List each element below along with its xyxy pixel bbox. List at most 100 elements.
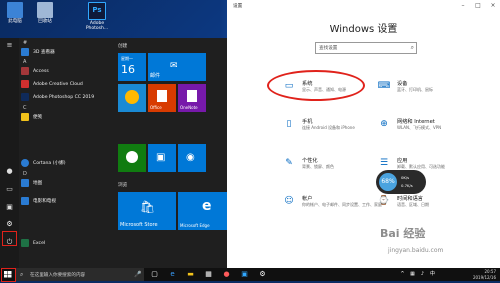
watermark-url: jingyan.baidu.com	[388, 247, 444, 254]
store-taskbar-icon[interactable]: ▦	[204, 270, 213, 279]
start-rail: ≡ ● ▭ ▣ ⚙ ⏻	[0, 38, 19, 268]
excel-icon	[21, 238, 29, 247]
tile-movies[interactable]: ▣	[148, 144, 176, 172]
section-letter[interactable]: C	[23, 105, 27, 111]
microphone-icon: 🎤	[134, 271, 142, 278]
app-photoshop[interactable]: Adobe Photoshop CC 2019	[21, 92, 111, 103]
globe-icon: ⊕	[380, 119, 388, 129]
settings-search-input[interactable]: 查找设置 ⌕	[315, 42, 417, 54]
time-language-icon: ⌚	[378, 196, 390, 206]
app-cortana[interactable]: Cortana (小娜)	[21, 158, 111, 169]
download-speed: 0.7K/s	[401, 183, 413, 188]
section-letter[interactable]: D	[23, 171, 27, 177]
upload-speed: 0K/s	[401, 175, 410, 180]
edge-icon: e	[202, 198, 212, 214]
film-icon: ▣	[156, 152, 166, 163]
file-explorer-icon[interactable]: ▬	[186, 270, 195, 279]
app-sticky-notes[interactable]: 便笺	[21, 112, 111, 123]
page-title: Windows 设置	[329, 24, 398, 35]
close-button[interactable]: ×	[486, 1, 500, 11]
network-speed-widget: 68% 0K/s 0.7K/s	[376, 170, 426, 194]
title-bar: 设置 – □ ×	[227, 0, 500, 12]
desktop-icon-recycle-bin[interactable]: 回收站	[32, 2, 58, 24]
app-adobe-cc[interactable]: Adobe Creative Cloud	[21, 79, 111, 90]
taskbar-search-box[interactable]: ⌕ 在这里输入你要搜索的内容 🎤	[16, 268, 144, 281]
computer-icon	[7, 2, 23, 18]
watermark-logo: Bai 经验	[380, 227, 426, 240]
recycle-bin-icon	[37, 2, 53, 18]
app-taskbar-icon[interactable]: ●	[222, 270, 231, 279]
taskbar-clock[interactable]: 20:57 2019/12/16	[473, 269, 496, 280]
desktop-icon-this-pc[interactable]: 此电脑	[2, 2, 28, 24]
settings-gear-icon[interactable]: ⚙	[4, 219, 15, 230]
office-icon	[157, 90, 167, 102]
power-icon[interactable]: ⏻	[4, 237, 15, 248]
document-icon[interactable]: ▭	[4, 184, 15, 195]
maximize-button[interactable]: □	[471, 1, 485, 11]
group-label-create: 创建	[118, 44, 128, 49]
person-icon: ☺	[284, 196, 294, 206]
cortana-icon	[21, 158, 29, 167]
onenote-icon	[187, 90, 197, 102]
highlight-ellipse-system	[267, 70, 365, 101]
window-title: 设置	[233, 4, 243, 9]
hamburger-menu-icon[interactable]: ≡	[4, 40, 15, 51]
app-3d-viewer[interactable]: 3D 查看器	[21, 47, 111, 58]
volume-icon[interactable]: ♪	[418, 270, 427, 279]
category-network[interactable]: ⊕ 网络和 Internet WLAN、飞行模式、VPN	[377, 118, 497, 140]
tile-store[interactable]: 🛍 Microsoft Store	[118, 192, 176, 230]
edge-taskbar-icon[interactable]: e	[168, 270, 177, 279]
input-method-icon[interactable]: 中	[428, 270, 437, 279]
photos-icon	[125, 90, 139, 104]
3d-viewer-icon	[21, 47, 29, 56]
minimize-button[interactable]: –	[456, 1, 470, 11]
sticky-notes-icon	[21, 112, 29, 121]
start-menu: ≡ ● ▭ ▣ ⚙ ⏻ # 3D 查看器 A Access Adobe Crea…	[0, 38, 236, 268]
usage-percent: 68%	[379, 173, 397, 191]
brush-icon: ✎	[285, 158, 293, 168]
photoshop-icon	[21, 92, 29, 101]
app-movies-tv[interactable]: 电影和电视	[21, 196, 111, 207]
movies-tv-icon	[21, 196, 29, 205]
section-letter[interactable]: #	[23, 40, 27, 46]
app-excel[interactable]: Excel	[21, 238, 111, 249]
tile-area: 创建 星期一 16 ✉ 邮件 Office OneNote ▣ ◉ 浏览 🛍 M…	[116, 38, 236, 268]
category-devices[interactable]: ⌨ 设备 蓝牙、打印机、鼠标	[377, 80, 497, 102]
app-access[interactable]: Access	[21, 66, 111, 77]
phone-icon: ▯	[286, 119, 292, 129]
taskbar: ⌕ 在这里输入你要搜索的内容 🎤 ▢ e ▬ ▦ ● ▣ ⚙ ^ ▦ ♪ 中 2…	[0, 268, 500, 282]
app-maps[interactable]: 地图	[21, 178, 111, 189]
tile-photos[interactable]	[118, 84, 146, 112]
tile-calendar[interactable]: 星期一 16	[118, 53, 146, 81]
user-icon[interactable]: ●	[4, 166, 15, 177]
category-time-language[interactable]: ⌚ 时间和语言 语音、区域、日期	[377, 195, 497, 217]
tile-camera[interactable]: ◉	[178, 144, 206, 172]
xbox-icon	[126, 151, 138, 163]
settings-window: 设置 – □ × Windows 设置 查找设置 ⌕ ▭ 系统 显示、声音、通知…	[227, 0, 500, 268]
section-letter[interactable]: A	[23, 59, 26, 65]
pictures-icon[interactable]: ▣	[4, 202, 15, 213]
creative-cloud-icon	[21, 79, 29, 88]
tile-mail[interactable]: ✉ 邮件	[148, 53, 206, 81]
photoshop-taskbar-icon[interactable]: ▣	[240, 270, 249, 279]
tile-xbox[interactable]	[118, 144, 146, 172]
tile-office[interactable]: Office	[148, 84, 176, 112]
task-view-icon[interactable]: ▢	[150, 270, 159, 279]
apps-icon: ☰	[379, 158, 389, 168]
network-tray-icon[interactable]: ▦	[408, 270, 417, 279]
app-list: # 3D 查看器 A Access Adobe Creative Cloud A…	[19, 38, 112, 268]
group-label-browse: 浏览	[118, 183, 128, 188]
access-icon	[21, 66, 29, 75]
desktop-icon-photoshop[interactable]: Ps Adobe Photosh...	[84, 2, 110, 31]
search-icon: ⌕	[20, 271, 24, 278]
photoshop-icon: Ps	[88, 2, 106, 20]
store-bag-icon: 🛍	[140, 200, 156, 214]
keyboard-icon: ⌨	[377, 81, 391, 91]
search-icon: ⌕	[410, 44, 414, 51]
settings-taskbar-icon[interactable]: ⚙	[258, 270, 267, 279]
mail-icon: ✉	[170, 61, 178, 71]
tray-chevron-icon[interactable]: ^	[398, 270, 407, 279]
highlight-box-start	[1, 268, 16, 282]
tile-onenote[interactable]: OneNote	[178, 84, 206, 112]
camera-icon: ◉	[186, 152, 195, 163]
